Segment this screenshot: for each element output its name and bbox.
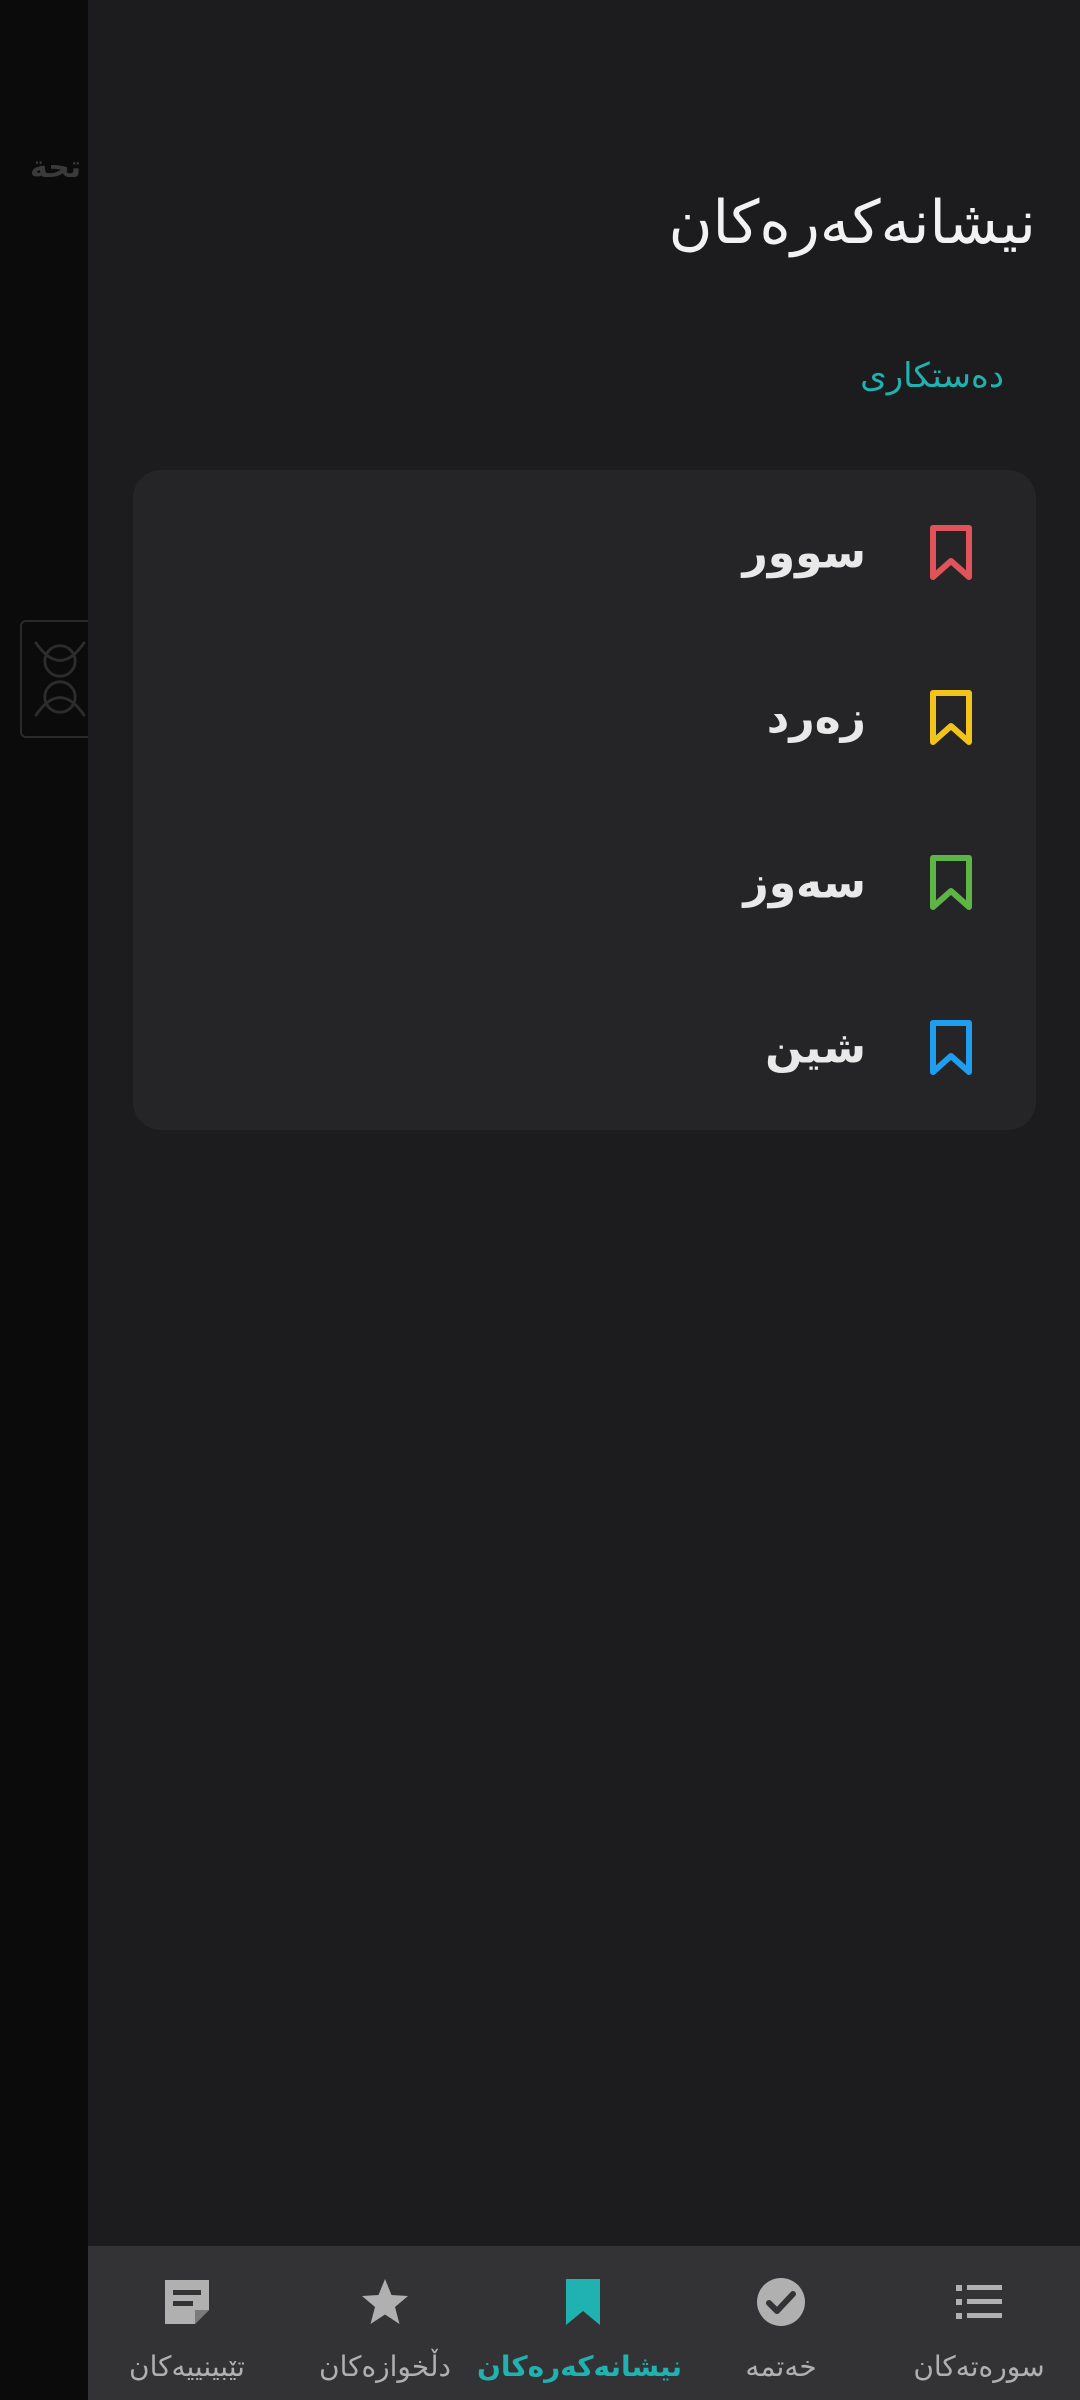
check-circle-icon: [757, 2278, 805, 2326]
nav-item-khatma[interactable]: خەتمە: [682, 2246, 880, 2400]
bookmark-label: سوور: [742, 527, 866, 578]
nav-label: خەتمە: [745, 2350, 817, 2383]
bookmark-label: شین: [765, 1022, 866, 1073]
list-icon: [956, 2285, 1002, 2319]
nav-label: سورەتەکان: [913, 2350, 1045, 2383]
nav-item-notes[interactable]: تێبینییەکان: [88, 2246, 286, 2400]
bookmark-outline-icon: [930, 854, 972, 910]
bookmark-item-blue[interactable]: شین: [133, 965, 1036, 1130]
bookmarks-list: سوور زەرد سەوز شین: [133, 470, 1036, 1130]
bookmark-label: سەوز: [743, 857, 866, 908]
bottom-navigation: تێبینییەکان دڵخوازەکان نیشانەکەرەکان خەت…: [88, 2246, 1080, 2400]
background-page: [0, 0, 88, 2400]
nav-label: تێبینییەکان: [129, 2350, 245, 2383]
nav-label: نیشانەکەرەکان: [476, 2350, 682, 2383]
bookmark-item-green[interactable]: سەوز: [133, 800, 1036, 965]
bookmark-icon: [566, 2279, 600, 2325]
bookmark-outline-icon: [930, 689, 972, 745]
nav-item-surahs[interactable]: سورەتەکان: [880, 2246, 1078, 2400]
bookmark-item-yellow[interactable]: زەرد: [133, 635, 1036, 800]
bookmark-outline-icon: [930, 524, 972, 580]
note-icon: [165, 2280, 209, 2324]
bookmark-label: زەرد: [766, 692, 866, 743]
bookmark-item-red[interactable]: سوور: [133, 470, 1036, 635]
nav-label: دڵخوازەکان: [319, 2350, 451, 2383]
edit-button[interactable]: دەستکاری: [860, 356, 1004, 396]
star-icon: [362, 2279, 408, 2324]
nav-item-bookmarks[interactable]: نیشانەکەرەکان: [476, 2246, 682, 2400]
drawer-title: نیشانەکەرەکان: [668, 188, 1036, 258]
bookmark-outline-icon: [930, 1019, 972, 1075]
nav-item-favorites[interactable]: دڵخوازەکان: [286, 2246, 484, 2400]
background-page-title: تحة: [30, 150, 82, 185]
